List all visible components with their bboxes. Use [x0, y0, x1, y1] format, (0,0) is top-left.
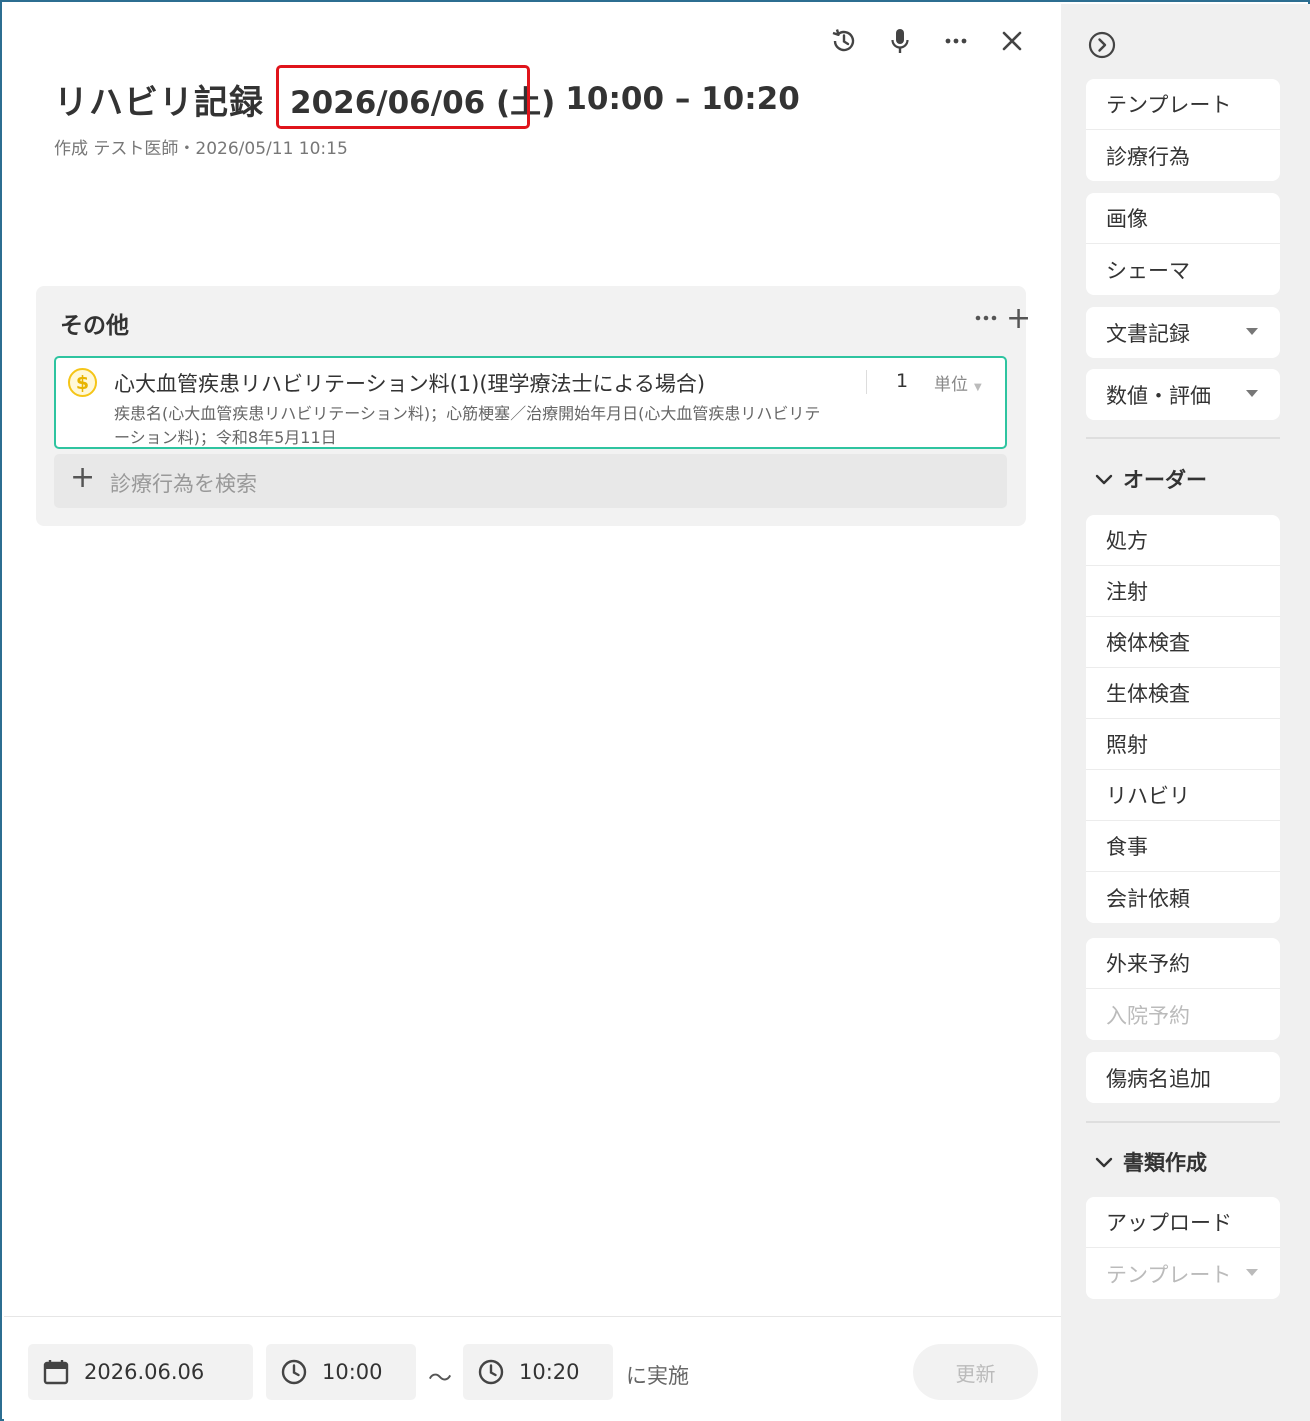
clock-icon — [477, 1358, 505, 1386]
procedure-quantity[interactable]: 1 — [896, 370, 908, 392]
sidebar-item-physiological-test[interactable]: 生体検査 — [1086, 668, 1280, 719]
procedure-search-input[interactable]: + 診療行為を検索 — [54, 454, 1007, 508]
end-time-value: 10:20 — [519, 1360, 580, 1384]
sidebar-item-doc-template: テンプレート — [1086, 1248, 1280, 1299]
procedure-detail: 疾患名(心大血管疾患リハビリテーション料)；心筋梗塞／治療開始年月日(心大血管疾… — [114, 404, 821, 447]
sidebar-item-image[interactable]: 画像 — [1086, 193, 1280, 244]
orders-heading[interactable]: オーダー — [1095, 464, 1207, 494]
sidebar-group-orders: 処方 注射 検体検査 生体検査 照射 リハビリ 食事 会計依頼 — [1086, 515, 1280, 923]
sidebar-group-reservations: 外来予約 入院予約 — [1086, 938, 1280, 1040]
date-highlight-box — [276, 64, 530, 129]
sidebar-item-outpatient-reservation[interactable]: 外来予約 — [1086, 938, 1280, 989]
sidebar-item-label: テンプレート — [1106, 1262, 1232, 1287]
calendar-icon — [42, 1358, 70, 1386]
time-separator: 〜 — [428, 1364, 452, 1392]
window-frame: リハビリ記録 2026/06/06 (土) 10:00 – 10:20 作成 テ… — [0, 0, 1310, 1421]
sidebar-group-values: 数値・評価 — [1086, 369, 1280, 420]
sidebar-item-meal[interactable]: 食事 — [1086, 821, 1280, 872]
docs-heading-label: 書類作成 — [1123, 1151, 1207, 1175]
title-row: リハビリ記録 2026/06/06 (土) 10:00 – 10:20 — [54, 64, 800, 129]
sidebar-group-disease: 傷病名追加 — [1086, 1052, 1280, 1103]
close-icon[interactable] — [994, 26, 1030, 56]
start-time-value: 10:00 — [322, 1360, 383, 1384]
footer-divider — [4, 1316, 1061, 1317]
sidebar-item-rehabilitation[interactable]: リハビリ — [1086, 770, 1280, 821]
record-time-range: 10:00 – 10:20 — [565, 81, 800, 117]
sidebar-group-document-record: 文書記録 — [1086, 307, 1280, 358]
section-title: その他 — [60, 313, 129, 339]
update-button[interactable]: 更新 — [913, 1344, 1038, 1400]
sidebar-item-billing-request[interactable]: 会計依頼 — [1086, 872, 1280, 923]
date-value: 2026.06.06 — [84, 1360, 205, 1384]
record-panel: リハビリ記録 2026/06/06 (土) 10:00 – 10:20 作成 テ… — [4, 4, 1061, 1421]
sidebar-item-schema[interactable]: シェーマ — [1086, 244, 1280, 295]
clock-icon — [280, 1358, 308, 1386]
procedure-item[interactable]: $ 心大血管疾患リハビリテーション料(1)(理学療法士による場合) 疾患名(心大… — [54, 356, 1007, 449]
chevron-down-icon — [1246, 328, 1258, 335]
collapse-sidebar-icon[interactable] — [1087, 30, 1117, 64]
plus-icon: + — [70, 460, 96, 495]
chevron-down-icon — [1246, 390, 1258, 397]
created-meta: 作成 テスト医師・2026/05/11 10:15 — [54, 139, 348, 159]
performed-label: に実施 — [626, 1364, 689, 1388]
section-more-icon[interactable] — [974, 308, 1000, 332]
section-add-icon[interactable]: + — [1006, 304, 1031, 334]
sidebar-divider — [1086, 1121, 1280, 1123]
sidebar-item-values[interactable]: 数値・評価 — [1086, 369, 1280, 420]
docs-heading[interactable]: 書類作成 — [1095, 1147, 1207, 1177]
chevron-down-icon: ▼ — [974, 382, 982, 393]
unit-label: 単位 — [934, 375, 968, 395]
sidebar-item-template[interactable]: テンプレート — [1086, 79, 1280, 130]
end-time-field[interactable]: 10:20 — [463, 1344, 613, 1400]
sidebar-item-irradiation[interactable]: 照射 — [1086, 719, 1280, 770]
section-other: その他 + $ 心大血管疾患リハビリテーション料(1)(理学療法士による場合) … — [36, 286, 1031, 526]
date-field[interactable]: 2026.06.06 — [28, 1344, 253, 1400]
toolbar — [826, 26, 1050, 56]
sidebar-group-media: 画像 シェーマ — [1086, 193, 1280, 295]
unit-select[interactable]: 単位 ▼ — [934, 370, 982, 395]
sidebar-item-label: 数値・評価 — [1106, 383, 1211, 408]
sidebar-group-docs: アップロード テンプレート — [1086, 1197, 1280, 1299]
start-time-field[interactable]: 10:00 — [266, 1344, 416, 1400]
sidebar: テンプレート 診療行為 画像 シェーマ 文書記録 数値・評価 オーダー 処方 注… — [1061, 4, 1310, 1421]
more-icon[interactable] — [938, 26, 974, 56]
chevron-down-icon — [1095, 474, 1113, 485]
sidebar-item-add-disease[interactable]: 傷病名追加 — [1086, 1052, 1280, 1103]
sidebar-item-upload[interactable]: アップロード — [1086, 1197, 1280, 1248]
sidebar-item-prescription[interactable]: 処方 — [1086, 515, 1280, 566]
sidebar-item-procedure[interactable]: 診療行為 — [1086, 130, 1280, 181]
sidebar-item-document-record[interactable]: 文書記録 — [1086, 307, 1280, 358]
chevron-down-icon — [1246, 1269, 1258, 1276]
history-icon[interactable] — [826, 26, 862, 56]
sidebar-item-specimen-test[interactable]: 検体検査 — [1086, 617, 1280, 668]
record-date: 2026/06/06 (土) — [276, 64, 555, 129]
sidebar-divider — [1086, 437, 1280, 439]
search-placeholder: 診療行為を検索 — [110, 472, 257, 496]
microphone-icon[interactable] — [882, 26, 918, 56]
item-divider — [866, 370, 867, 394]
sidebar-item-admission-reservation: 入院予約 — [1106, 1003, 1190, 1028]
procedure-name: 心大血管疾患リハビリテーション料(1)(理学療法士による場合) — [114, 372, 706, 396]
sidebar-item-label: 文書記録 — [1106, 321, 1190, 346]
page-title: リハビリ記録 — [54, 82, 264, 123]
sidebar-item-injection[interactable]: 注射 — [1086, 566, 1280, 617]
orders-heading-label: オーダー — [1123, 468, 1207, 492]
billing-coin-icon: $ — [68, 368, 97, 397]
sidebar-group-insert: テンプレート 診療行為 — [1086, 79, 1280, 181]
chevron-down-icon — [1095, 1157, 1113, 1168]
